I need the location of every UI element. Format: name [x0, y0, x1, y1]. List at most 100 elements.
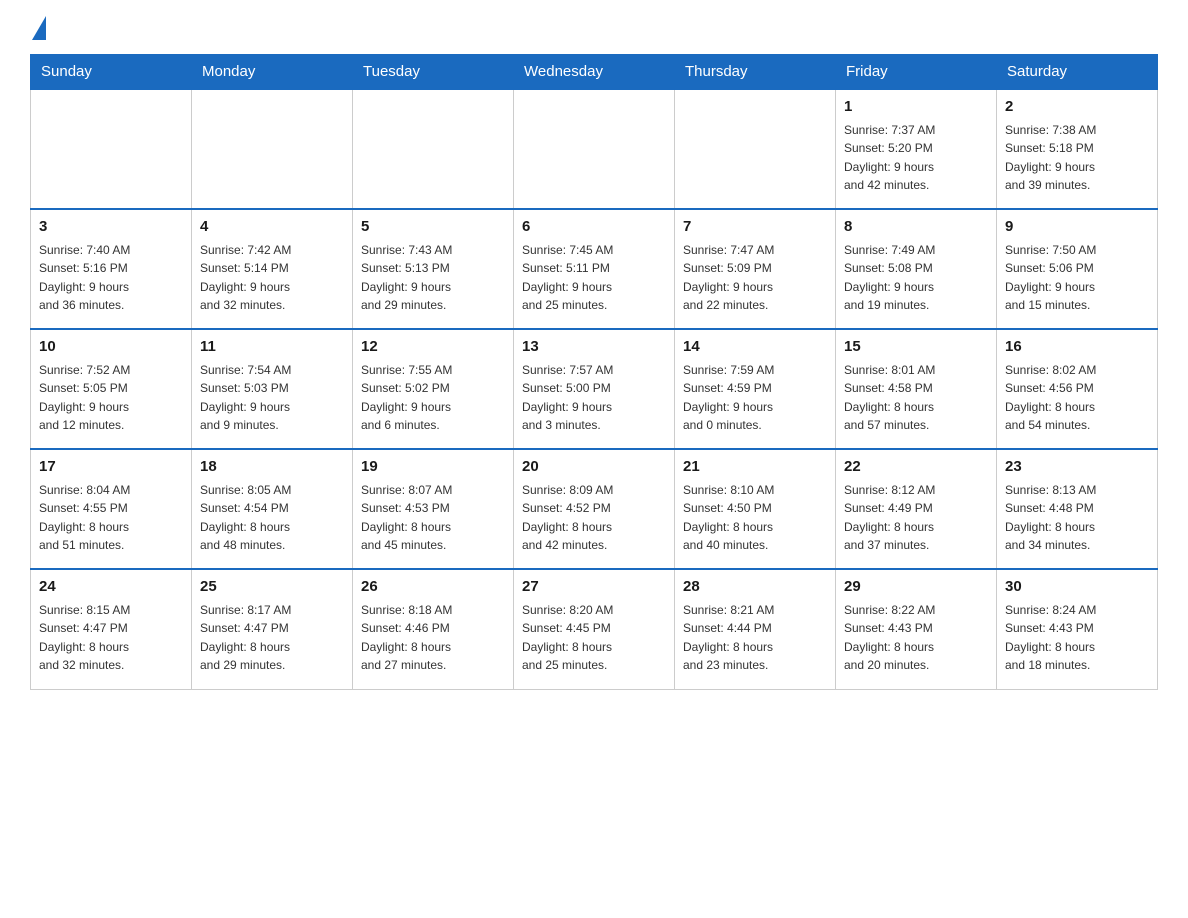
day-info: Sunrise: 8:24 AM Sunset: 4:43 PM Dayligh… [1005, 601, 1149, 675]
calendar-cell: 17Sunrise: 8:04 AM Sunset: 4:55 PM Dayli… [31, 449, 192, 569]
calendar-cell [353, 89, 514, 209]
day-number: 18 [200, 456, 344, 479]
day-number: 6 [522, 216, 666, 239]
day-info: Sunrise: 8:05 AM Sunset: 4:54 PM Dayligh… [200, 481, 344, 555]
day-info: Sunrise: 7:50 AM Sunset: 5:06 PM Dayligh… [1005, 241, 1149, 315]
day-info: Sunrise: 7:38 AM Sunset: 5:18 PM Dayligh… [1005, 121, 1149, 195]
logo-triangle-icon [32, 16, 46, 40]
calendar-cell: 25Sunrise: 8:17 AM Sunset: 4:47 PM Dayli… [192, 569, 353, 689]
day-info: Sunrise: 7:37 AM Sunset: 5:20 PM Dayligh… [844, 121, 988, 195]
day-number: 16 [1005, 336, 1149, 359]
day-number: 11 [200, 336, 344, 359]
calendar-cell [192, 89, 353, 209]
week-row-5: 24Sunrise: 8:15 AM Sunset: 4:47 PM Dayli… [31, 569, 1158, 689]
day-info: Sunrise: 7:52 AM Sunset: 5:05 PM Dayligh… [39, 361, 183, 435]
calendar-cell: 4Sunrise: 7:42 AM Sunset: 5:14 PM Daylig… [192, 209, 353, 329]
logo [30, 20, 46, 34]
calendar-cell: 23Sunrise: 8:13 AM Sunset: 4:48 PM Dayli… [997, 449, 1158, 569]
calendar-cell: 29Sunrise: 8:22 AM Sunset: 4:43 PM Dayli… [836, 569, 997, 689]
day-info: Sunrise: 7:47 AM Sunset: 5:09 PM Dayligh… [683, 241, 827, 315]
calendar-cell: 18Sunrise: 8:05 AM Sunset: 4:54 PM Dayli… [192, 449, 353, 569]
day-info: Sunrise: 8:21 AM Sunset: 4:44 PM Dayligh… [683, 601, 827, 675]
day-info: Sunrise: 8:17 AM Sunset: 4:47 PM Dayligh… [200, 601, 344, 675]
day-info: Sunrise: 7:43 AM Sunset: 5:13 PM Dayligh… [361, 241, 505, 315]
day-info: Sunrise: 8:12 AM Sunset: 4:49 PM Dayligh… [844, 481, 988, 555]
day-number: 4 [200, 216, 344, 239]
calendar-cell: 16Sunrise: 8:02 AM Sunset: 4:56 PM Dayli… [997, 329, 1158, 449]
day-number: 20 [522, 456, 666, 479]
day-number: 21 [683, 456, 827, 479]
day-number: 13 [522, 336, 666, 359]
day-info: Sunrise: 8:13 AM Sunset: 4:48 PM Dayligh… [1005, 481, 1149, 555]
day-info: Sunrise: 8:10 AM Sunset: 4:50 PM Dayligh… [683, 481, 827, 555]
day-number: 15 [844, 336, 988, 359]
calendar-cell: 26Sunrise: 8:18 AM Sunset: 4:46 PM Dayli… [353, 569, 514, 689]
calendar-header-thursday: Thursday [675, 55, 836, 90]
day-info: Sunrise: 7:54 AM Sunset: 5:03 PM Dayligh… [200, 361, 344, 435]
day-number: 22 [844, 456, 988, 479]
day-info: Sunrise: 7:55 AM Sunset: 5:02 PM Dayligh… [361, 361, 505, 435]
calendar-cell: 14Sunrise: 7:59 AM Sunset: 4:59 PM Dayli… [675, 329, 836, 449]
day-info: Sunrise: 8:04 AM Sunset: 4:55 PM Dayligh… [39, 481, 183, 555]
calendar-table: SundayMondayTuesdayWednesdayThursdayFrid… [30, 54, 1158, 690]
calendar-cell: 22Sunrise: 8:12 AM Sunset: 4:49 PM Dayli… [836, 449, 997, 569]
day-info: Sunrise: 7:42 AM Sunset: 5:14 PM Dayligh… [200, 241, 344, 315]
calendar-cell: 30Sunrise: 8:24 AM Sunset: 4:43 PM Dayli… [997, 569, 1158, 689]
day-number: 29 [844, 576, 988, 599]
day-info: Sunrise: 7:40 AM Sunset: 5:16 PM Dayligh… [39, 241, 183, 315]
calendar-header-saturday: Saturday [997, 55, 1158, 90]
calendar-cell [31, 89, 192, 209]
calendar-cell: 7Sunrise: 7:47 AM Sunset: 5:09 PM Daylig… [675, 209, 836, 329]
day-info: Sunrise: 7:57 AM Sunset: 5:00 PM Dayligh… [522, 361, 666, 435]
day-info: Sunrise: 8:01 AM Sunset: 4:58 PM Dayligh… [844, 361, 988, 435]
day-info: Sunrise: 8:15 AM Sunset: 4:47 PM Dayligh… [39, 601, 183, 675]
calendar-cell: 6Sunrise: 7:45 AM Sunset: 5:11 PM Daylig… [514, 209, 675, 329]
day-number: 5 [361, 216, 505, 239]
day-info: Sunrise: 8:07 AM Sunset: 4:53 PM Dayligh… [361, 481, 505, 555]
calendar-cell: 15Sunrise: 8:01 AM Sunset: 4:58 PM Dayli… [836, 329, 997, 449]
day-number: 26 [361, 576, 505, 599]
calendar-cell: 2Sunrise: 7:38 AM Sunset: 5:18 PM Daylig… [997, 89, 1158, 209]
calendar-cell: 13Sunrise: 7:57 AM Sunset: 5:00 PM Dayli… [514, 329, 675, 449]
day-number: 14 [683, 336, 827, 359]
day-info: Sunrise: 8:02 AM Sunset: 4:56 PM Dayligh… [1005, 361, 1149, 435]
day-number: 28 [683, 576, 827, 599]
day-info: Sunrise: 8:09 AM Sunset: 4:52 PM Dayligh… [522, 481, 666, 555]
calendar-header-monday: Monday [192, 55, 353, 90]
day-number: 12 [361, 336, 505, 359]
day-number: 9 [1005, 216, 1149, 239]
calendar-cell: 8Sunrise: 7:49 AM Sunset: 5:08 PM Daylig… [836, 209, 997, 329]
day-info: Sunrise: 8:18 AM Sunset: 4:46 PM Dayligh… [361, 601, 505, 675]
day-number: 25 [200, 576, 344, 599]
calendar-cell: 21Sunrise: 8:10 AM Sunset: 4:50 PM Dayli… [675, 449, 836, 569]
day-number: 27 [522, 576, 666, 599]
day-number: 3 [39, 216, 183, 239]
calendar-cell [675, 89, 836, 209]
calendar-cell: 19Sunrise: 8:07 AM Sunset: 4:53 PM Dayli… [353, 449, 514, 569]
calendar-cell: 27Sunrise: 8:20 AM Sunset: 4:45 PM Dayli… [514, 569, 675, 689]
day-info: Sunrise: 7:49 AM Sunset: 5:08 PM Dayligh… [844, 241, 988, 315]
calendar-cell: 3Sunrise: 7:40 AM Sunset: 5:16 PM Daylig… [31, 209, 192, 329]
calendar-cell: 28Sunrise: 8:21 AM Sunset: 4:44 PM Dayli… [675, 569, 836, 689]
calendar-header-sunday: Sunday [31, 55, 192, 90]
calendar-cell: 12Sunrise: 7:55 AM Sunset: 5:02 PM Dayli… [353, 329, 514, 449]
calendar-cell: 20Sunrise: 8:09 AM Sunset: 4:52 PM Dayli… [514, 449, 675, 569]
calendar-cell: 1Sunrise: 7:37 AM Sunset: 5:20 PM Daylig… [836, 89, 997, 209]
calendar-header-tuesday: Tuesday [353, 55, 514, 90]
calendar-cell: 9Sunrise: 7:50 AM Sunset: 5:06 PM Daylig… [997, 209, 1158, 329]
page-header [30, 20, 1158, 34]
calendar-header-wednesday: Wednesday [514, 55, 675, 90]
day-number: 7 [683, 216, 827, 239]
day-number: 23 [1005, 456, 1149, 479]
day-info: Sunrise: 8:22 AM Sunset: 4:43 PM Dayligh… [844, 601, 988, 675]
day-number: 30 [1005, 576, 1149, 599]
week-row-1: 1Sunrise: 7:37 AM Sunset: 5:20 PM Daylig… [31, 89, 1158, 209]
day-number: 8 [844, 216, 988, 239]
calendar-cell [514, 89, 675, 209]
day-number: 2 [1005, 96, 1149, 119]
week-row-3: 10Sunrise: 7:52 AM Sunset: 5:05 PM Dayli… [31, 329, 1158, 449]
week-row-4: 17Sunrise: 8:04 AM Sunset: 4:55 PM Dayli… [31, 449, 1158, 569]
day-number: 19 [361, 456, 505, 479]
day-number: 17 [39, 456, 183, 479]
calendar-cell: 11Sunrise: 7:54 AM Sunset: 5:03 PM Dayli… [192, 329, 353, 449]
